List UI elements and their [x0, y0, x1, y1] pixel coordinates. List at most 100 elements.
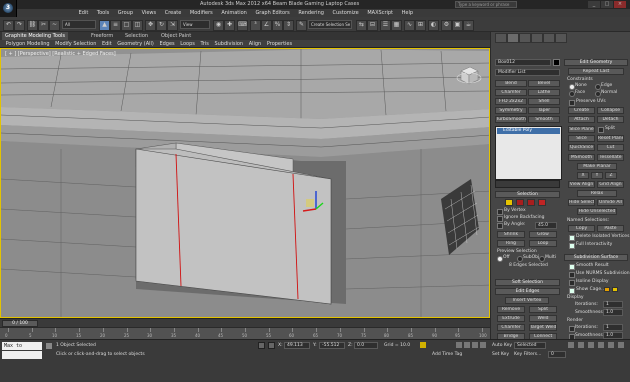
slice-plane-button[interactable]: Slice Plane [568, 126, 595, 133]
show-cage-checkbox[interactable] [569, 288, 575, 294]
quickslice-button[interactable]: QuickSlice [568, 144, 595, 151]
viewport-label[interactable]: [ + ] [Perspective] [Realistic + Edged F… [5, 51, 116, 57]
ribbon-modify-selection[interactable]: Modify Selection [55, 40, 96, 48]
ffd-button[interactable]: FFD 2x2x2 [495, 98, 527, 105]
object-color-swatch[interactable] [553, 59, 560, 66]
menu-animation[interactable]: Animation [221, 9, 247, 17]
window-crossing-icon[interactable]: ◫ [132, 20, 143, 31]
material-editor-icon[interactable]: ◐ [428, 20, 439, 31]
auto-key-button[interactable]: Auto Key [492, 343, 512, 348]
menu-tools[interactable]: Tools [97, 9, 109, 17]
maximize-button[interactable]: □ [601, 1, 613, 8]
bevel-button[interactable]: Bevel [528, 80, 560, 87]
edge-mode-icon[interactable] [516, 199, 524, 206]
cut-button[interactable]: Cut [597, 144, 624, 151]
redo-icon[interactable]: ↷ [14, 20, 25, 31]
rotate-icon[interactable]: ↻ [156, 20, 167, 31]
tessellate-button[interactable]: Tessellate [597, 154, 624, 161]
display-tab-icon[interactable] [543, 33, 555, 43]
split-edge-button[interactable]: Split [529, 306, 557, 313]
ribbon-edit[interactable]: Edit [102, 40, 112, 48]
by-vertex-checkbox[interactable] [497, 209, 503, 215]
turbosmooth-button[interactable]: TurboSmooth [495, 116, 527, 123]
shell-button[interactable]: Shell [528, 98, 560, 105]
app-logo-button[interactable]: 3 [0, 0, 17, 17]
collapse-button[interactable]: Collapse [597, 107, 624, 114]
detach-button[interactable]: Detach [597, 116, 624, 123]
symmetry-button[interactable]: Symmetry [495, 107, 527, 114]
grow-button[interactable]: Grow [529, 231, 557, 238]
vertex-mode-icon[interactable] [505, 199, 513, 206]
ribbon-edges[interactable]: Edges [159, 40, 174, 48]
attach-button[interactable]: Attach [568, 116, 595, 123]
shrink-button[interactable]: Shrink [497, 231, 525, 238]
ribbon-polygon-modeling[interactable]: Polygon Modeling [6, 40, 50, 48]
use-nurms-checkbox[interactable] [569, 272, 575, 278]
zoom-all-icon[interactable] [578, 342, 584, 348]
by-angle-checkbox[interactable] [497, 223, 503, 229]
extrude-button[interactable]: Extrude [497, 315, 525, 322]
menu-modifiers[interactable]: Modifiers [190, 9, 213, 17]
angle-snap-icon[interactable]: ∠ [261, 20, 272, 31]
select-object-icon[interactable]: ▲ [99, 20, 110, 31]
graphite-toggle-icon[interactable]: ▦ [391, 20, 402, 31]
unhide-all-button[interactable]: Unhide All [597, 199, 624, 206]
reset-plane-button[interactable]: Reset Plane [597, 135, 624, 142]
perspective-viewport[interactable]: [ + ] [Perspective] [Realistic + Edged F… [0, 48, 490, 318]
insert-vertex-button[interactable]: Insert Vertex [505, 297, 549, 304]
smooth-button[interactable]: Smooth [528, 116, 560, 123]
copy-button[interactable]: Copy [568, 225, 595, 232]
scale-icon[interactable]: ⇲ [167, 20, 178, 31]
preserve-uvs-checkbox[interactable] [569, 100, 575, 106]
border-mode-icon[interactable] [527, 199, 535, 206]
utilities-tab-icon[interactable] [555, 33, 567, 43]
align-icon[interactable]: ⊟ [367, 20, 378, 31]
split-checkbox[interactable] [598, 127, 604, 133]
absolute-mode-icon[interactable] [268, 342, 275, 349]
ribbon-geometry-all[interactable]: Geometry (All) [117, 40, 154, 48]
y-coord-field[interactable]: -55.512 [319, 342, 345, 349]
edit-edges-rollout-header[interactable]: Edit Edges [495, 288, 560, 295]
minimize-button[interactable]: _ [588, 1, 600, 8]
paste-button[interactable]: Paste [597, 225, 624, 232]
viewcube[interactable] [456, 63, 482, 87]
ref-coord-dropdown[interactable]: View [180, 20, 210, 29]
repeat-last-button[interactable]: Repeat Last [568, 68, 624, 75]
motion-tab-icon[interactable] [531, 33, 543, 43]
modify-tab-icon[interactable] [507, 33, 519, 43]
polygon-mode-icon[interactable] [538, 199, 546, 206]
ribbon-properties[interactable]: Properties [267, 40, 292, 48]
display-smoothness-spinner[interactable]: 1.0 [603, 309, 623, 316]
time-slider[interactable]: 0 / 100 [0, 318, 490, 327]
angle-spinner[interactable]: 45.0 [535, 222, 557, 229]
object-name-field[interactable]: Box012 [495, 59, 551, 66]
maxscript-listener-field[interactable]: Max to Physc. [2, 342, 42, 357]
zoom-icon[interactable] [568, 342, 574, 348]
lathe-button[interactable]: Lathe [528, 89, 560, 96]
isoline-display-checkbox[interactable] [569, 280, 575, 286]
weld-button[interactable]: Weld [529, 315, 557, 322]
select-by-name-icon[interactable]: ≡ [110, 20, 121, 31]
curve-editor-icon[interactable]: ∿ [404, 20, 415, 31]
key-mode-dropdown[interactable]: Selected [514, 342, 546, 349]
close-button[interactable]: × [614, 1, 626, 8]
cage-color-swatch-2[interactable] [612, 287, 618, 292]
pan-icon[interactable] [598, 342, 604, 348]
remove-button[interactable]: Remove [497, 306, 525, 313]
view-align-button[interactable]: View Align [568, 181, 595, 188]
render-setup-icon[interactable]: ⚙ [441, 20, 452, 31]
keyboard-shortcut-icon[interactable]: ⌨ [237, 20, 248, 31]
planar-x-button[interactable]: X [577, 172, 589, 179]
next-frame-icon[interactable] [480, 342, 486, 348]
ribbon-tris[interactable]: Tris [200, 40, 208, 48]
orbit-icon[interactable] [608, 342, 614, 348]
hide-unselected-button[interactable]: Hide Unselected [577, 208, 617, 215]
schematic-view-icon[interactable]: ⊞ [415, 20, 426, 31]
named-set-edit-icon[interactable]: ✎ [296, 20, 307, 31]
track-bar[interactable]: 0 5 10 15 20 25 30 35 40 45 50 55 60 65 70 75 80 85 90 95 10… [0, 327, 490, 339]
soft-selection-rollout-header[interactable]: Soft Selection [495, 279, 560, 286]
rendered-frame-icon[interactable]: ▣ [452, 20, 463, 31]
selection-filter-dropdown[interactable]: All [62, 20, 96, 29]
link-icon[interactable]: ⛓ [27, 20, 38, 31]
subdivision-surface-rollout-header[interactable]: Subdivision Surface [564, 254, 628, 261]
